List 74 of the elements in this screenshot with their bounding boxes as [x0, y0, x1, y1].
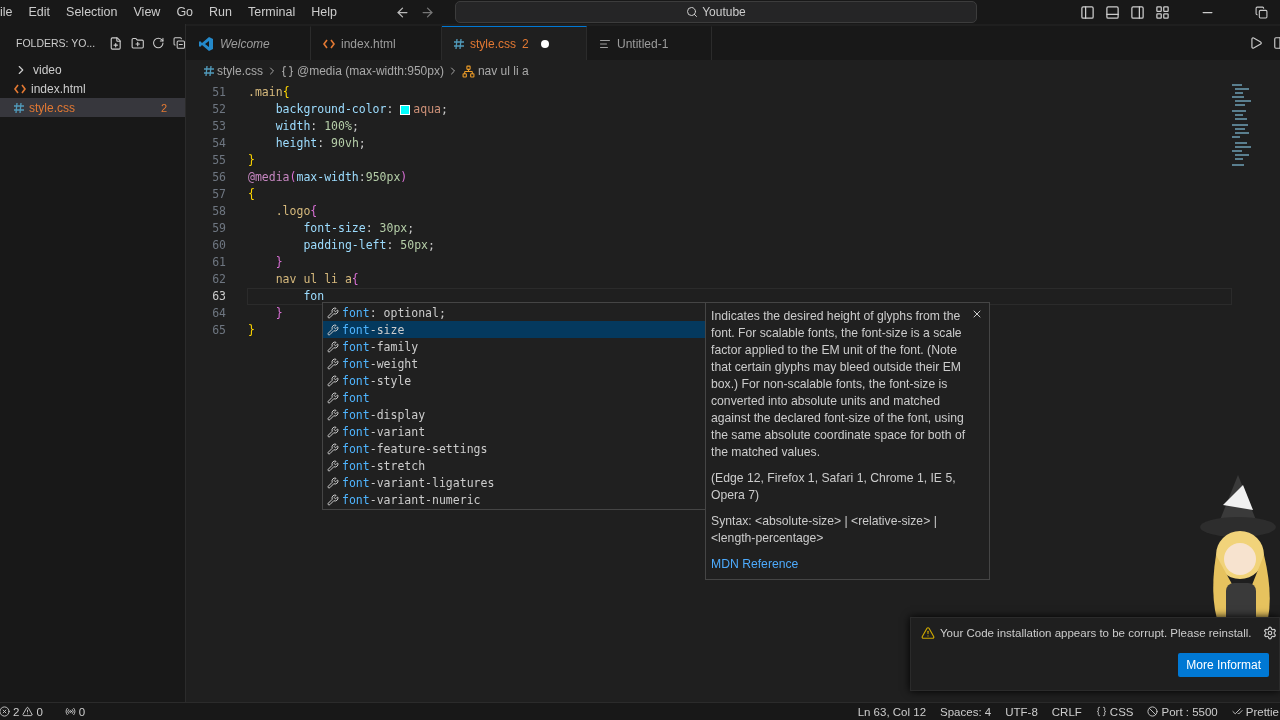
menu-item[interactable]: ile — [0, 5, 21, 19]
suggestion-item[interactable]: font-variant-ligatures — [323, 474, 706, 491]
line-number: 55 — [212, 152, 226, 169]
code-line: } — [248, 323, 255, 338]
reference-link[interactable]: MDN Reference — [711, 557, 799, 571]
suggestion-item[interactable]: font-variant-numeric — [323, 491, 706, 508]
line-number: 57 — [212, 186, 226, 203]
file-tree-item[interactable]: index.html — [0, 79, 185, 98]
menu-item[interactable]: Terminal — [240, 5, 304, 19]
line-number: 54 — [212, 135, 226, 152]
suggestion-item[interactable]: font-feature-settings — [323, 440, 706, 457]
breadcrumb-item[interactable]: @media (max-width:950px) — [297, 64, 444, 78]
line-number: 51 — [212, 84, 226, 101]
line-number: 58 — [212, 203, 226, 220]
code-line: width: 100%; — [274, 119, 359, 134]
status-item[interactable]: Ln 63, Col 12 — [850, 705, 934, 718]
status-item[interactable]: CSS — [1088, 705, 1141, 718]
compatibility-text: (Edge 12, Firefox 1, Safari 1, Chrome 1, IE 5, Opera 7) — [711, 470, 957, 504]
code-line: nav ul li a{ — [274, 272, 359, 287]
menu-item[interactable]: View — [125, 5, 169, 19]
editor-tab[interactable]: style.css 2 — [442, 26, 587, 60]
line-number: 63 — [212, 288, 226, 305]
line-number: 59 — [212, 220, 226, 237]
line-number: 65 — [212, 322, 226, 339]
status-item[interactable]: Spaces: 4 — [933, 705, 999, 718]
line-number: 56 — [212, 169, 226, 186]
suggestion-item[interactable]: font: optional; — [323, 304, 706, 321]
line-number: 53 — [212, 118, 226, 135]
status-item[interactable]: Port : 5500 — [1140, 705, 1225, 718]
sidebar-title: FOLDERS: YO... — [16, 37, 96, 49]
line-number: 61 — [212, 254, 226, 271]
suggestion-item[interactable]: font-family — [323, 338, 706, 355]
code-line: .main{ — [248, 85, 290, 100]
line-number: 62 — [212, 271, 226, 288]
suggestion-item[interactable]: font-variant — [323, 423, 706, 440]
breadcrumb-item[interactable]: style.css — [217, 64, 263, 78]
description-text: Indicates the desired height of glyphs from the font. For scalable fonts, the font-size is a scale factor applied to the EM unit of the font. (Note that certain glyphs may bleed outside their EM box.) For non-scalable fonts, the font-size is converted into absolute units and matched against the declared font-size of the font, using the same absolute coordinate space for both of the matched values. — [711, 308, 967, 461]
ports-indicator[interactable]: 0 — [57, 705, 93, 718]
code-line: } — [274, 255, 283, 270]
menu-item[interactable]: Edit — [20, 5, 59, 19]
menu-item[interactable]: Go — [168, 5, 202, 19]
suggestion-item[interactable]: font-style — [323, 372, 706, 389]
breadcrumb-item[interactable]: nav ul li a — [477, 64, 529, 78]
code-line: } — [248, 153, 255, 168]
line-number: 64 — [212, 305, 226, 322]
status-item[interactable]: Prettie — [1224, 705, 1280, 718]
file-tree-item[interactable]: style.css 2 — [0, 98, 185, 117]
notification-message: Your Code installation appears to be corrupt. Please reinstall. — [940, 627, 1252, 639]
code-line: { — [248, 187, 255, 202]
menu-item[interactable]: Selection — [58, 5, 126, 19]
menu-item[interactable]: Run — [201, 5, 240, 19]
code-line: fon — [302, 289, 325, 304]
suggestion-item[interactable]: font-weight — [323, 355, 706, 372]
line-number: 52 — [212, 101, 226, 118]
code-line: font-size: 30px; — [302, 221, 415, 236]
code-line: height: 90vh; — [274, 136, 366, 151]
suggestion-item[interactable]: font-display — [323, 406, 706, 423]
search-field[interactable]: Youtube — [454, 1, 977, 23]
problems-indicator[interactable]: 2 0 — [0, 705, 50, 718]
syntax-text: Syntax: <absolute-size> | <relative-size> | <length-percentage> — [711, 513, 938, 547]
menu-item[interactable]: Help — [303, 5, 345, 19]
suggestion-item[interactable]: font — [323, 389, 706, 406]
more-information-button[interactable]: More Informat — [1178, 653, 1269, 677]
status-item[interactable]: UTF-8 — [998, 705, 1045, 718]
suggestion-item[interactable]: font-size — [323, 321, 706, 338]
file-tree-item[interactable]: video — [0, 60, 185, 79]
suggestion-item[interactable]: font-stretch — [323, 457, 706, 474]
code-line: .logo{ — [274, 204, 318, 219]
line-number: 60 — [212, 237, 226, 254]
code-line: } — [274, 306, 283, 321]
status-item[interactable]: CRLF — [1044, 705, 1089, 718]
code-line: background-color: aqua; — [274, 102, 448, 117]
code-line: padding-left: 50px; — [302, 238, 435, 253]
code-line: @media(max-width:950px) — [248, 170, 408, 185]
